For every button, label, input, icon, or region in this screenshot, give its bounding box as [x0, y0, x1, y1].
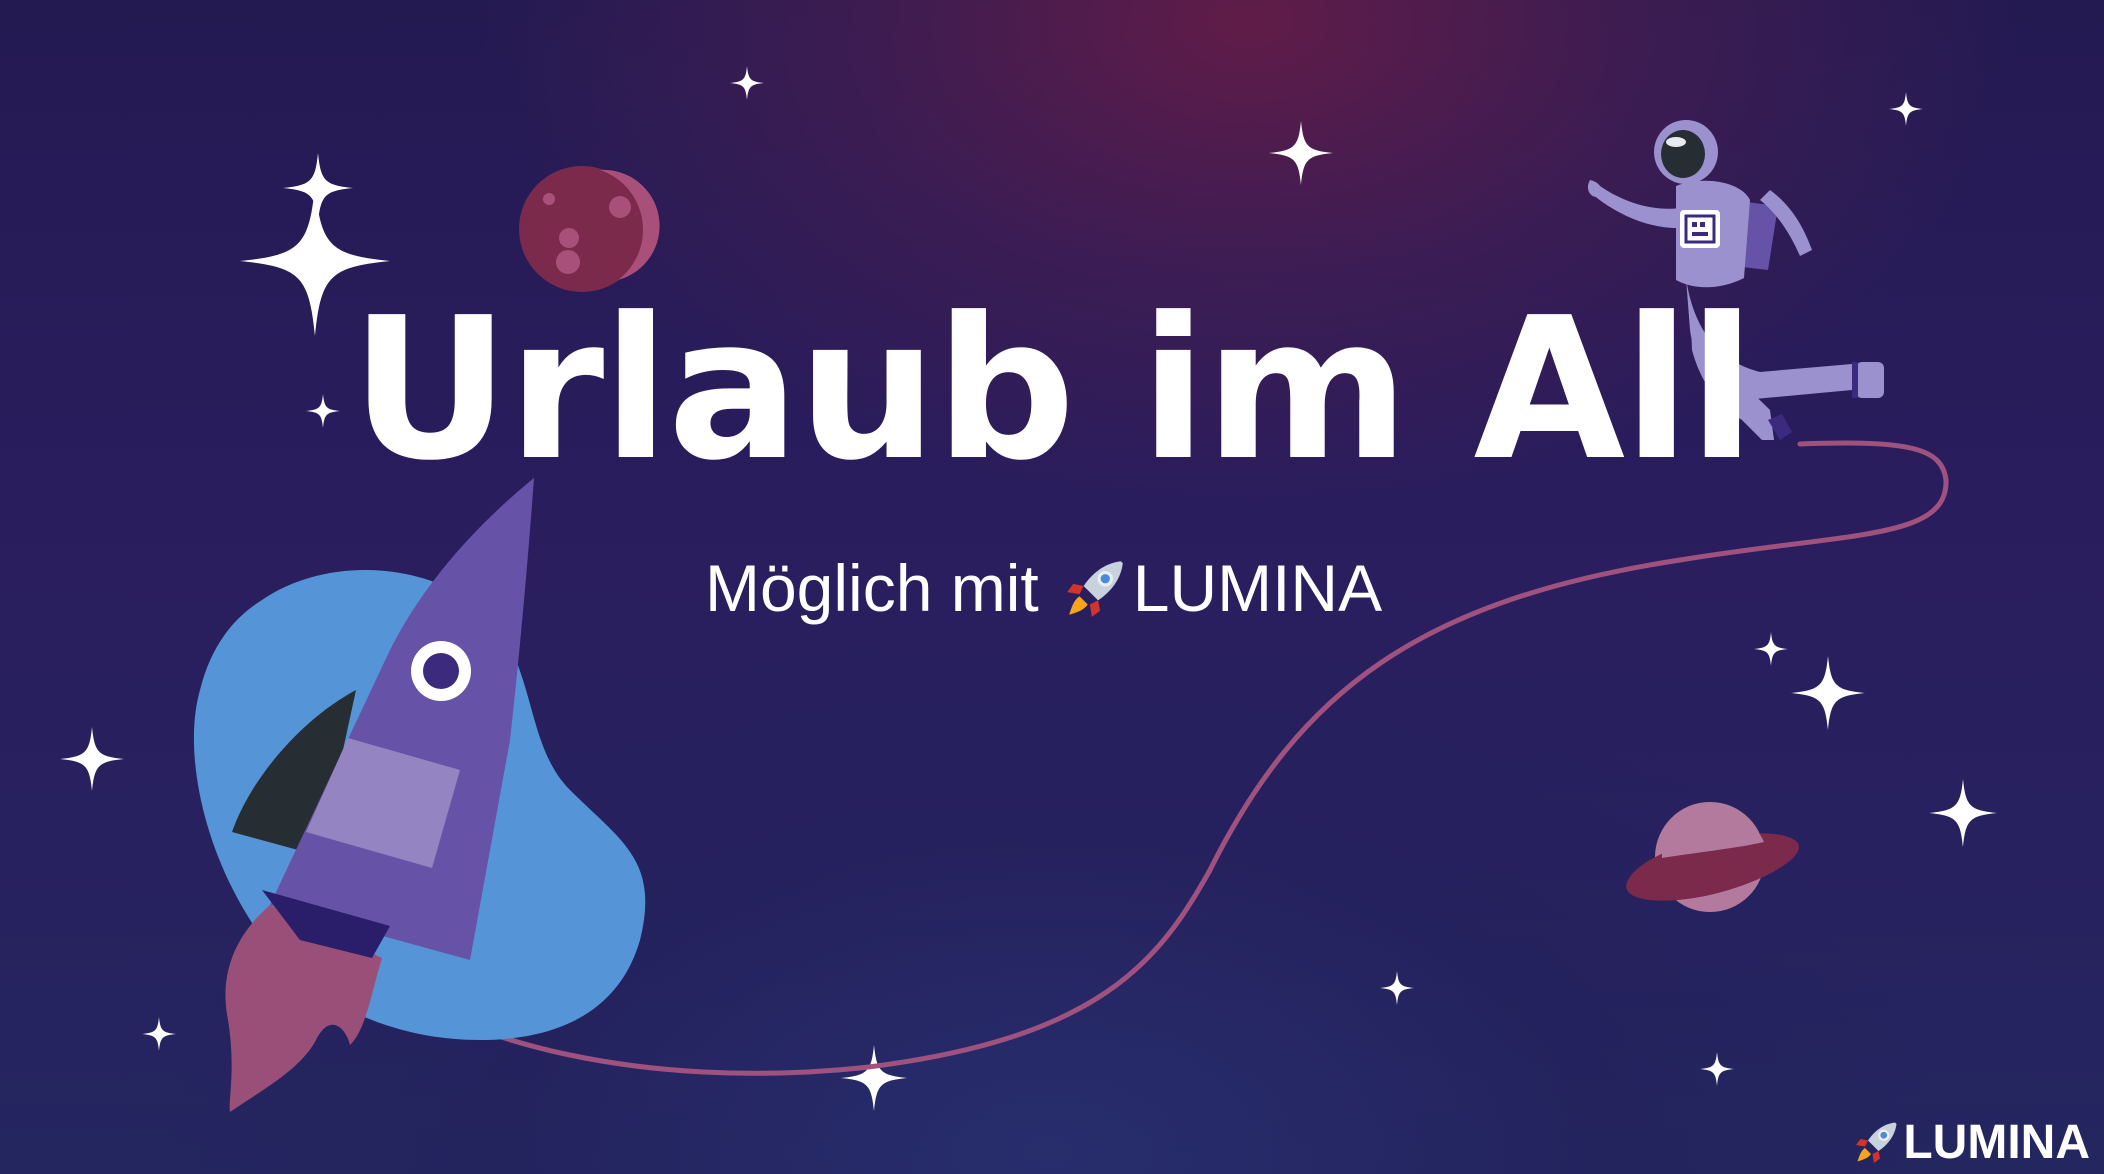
- subtitle: Möglich mit LUMINA: [705, 548, 1382, 628]
- star-icon: [142, 1017, 176, 1051]
- rocket-emoji-icon: [1856, 1122, 1897, 1163]
- star-icon: [730, 66, 764, 100]
- star-icon: [1791, 656, 1865, 730]
- star-icon: [841, 1045, 907, 1111]
- brand-logo: LUMINA: [1853, 1114, 2090, 1170]
- star-icon: [60, 727, 124, 791]
- astronaut-arm-left: [1592, 186, 1684, 229]
- star-icon: [1380, 971, 1414, 1005]
- star-icon: [1889, 92, 1923, 126]
- ringed-planet-icon: [1626, 802, 1800, 912]
- star-icon: [1929, 779, 1997, 847]
- rocket-emoji-icon: [1066, 561, 1123, 617]
- subtitle-brand: LUMINA: [1132, 551, 1383, 625]
- logo-text: LUMINA: [1903, 1115, 2090, 1169]
- page-title: Urlaub im All: [350, 276, 1755, 504]
- subtitle-prefix: Möglich mit: [705, 551, 1039, 625]
- star-icon: [1754, 632, 1788, 666]
- moon-planet-icon: [519, 166, 660, 292]
- star-icon: [1700, 1052, 1734, 1086]
- star-icon: [1269, 121, 1333, 185]
- astronaut-visor: [1661, 130, 1705, 178]
